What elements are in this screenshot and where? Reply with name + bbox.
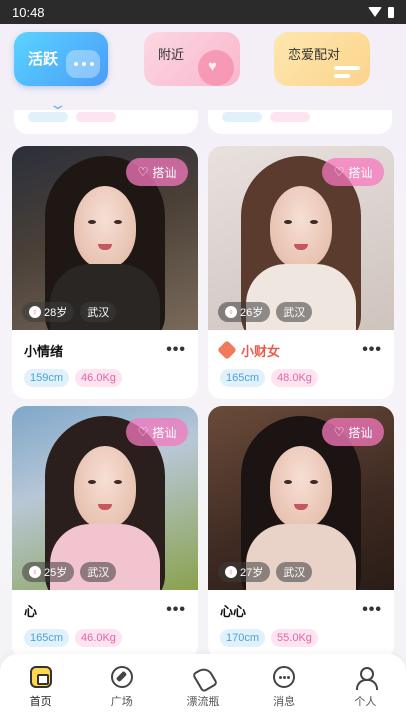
age-text: 27岁 <box>240 567 264 579</box>
location-heart-icon <box>198 50 234 86</box>
status-bar: 10:48 <box>0 0 406 24</box>
profile-photo: ♡ 搭讪 ♀ 25岁 武汉 <box>12 406 198 590</box>
tab-love-match-label: 恋爱配对 <box>288 47 341 62</box>
profile-name: 心 <box>24 603 38 619</box>
nav-item-messages[interactable]: 消息 <box>254 666 314 722</box>
tab-active[interactable]: 活跃 <box>14 32 108 86</box>
message-icon <box>273 666 296 688</box>
nav-label: 消息 <box>273 696 296 708</box>
info-chips: ♀ 28岁 武汉 <box>22 302 117 322</box>
heart-icon: ♡ <box>137 425 149 439</box>
age-text: 28岁 <box>44 307 68 319</box>
female-icon: ♀ <box>29 306 41 318</box>
more-options-icon[interactable]: ••• <box>362 602 382 618</box>
heart-icon: ♡ <box>333 425 345 439</box>
home-icon <box>29 666 52 688</box>
female-icon: ♀ <box>225 306 237 318</box>
user-icon <box>354 666 379 690</box>
flirt-button[interactable]: ♡ 搭讪 <box>126 158 188 186</box>
battery-icon <box>388 6 394 18</box>
flirt-label: 搭讪 <box>348 165 373 180</box>
age-text: 26岁 <box>240 307 264 319</box>
female-icon: ♀ <box>225 566 237 578</box>
compass-icon <box>110 666 133 688</box>
nav-item-home[interactable]: 首页 <box>11 666 71 722</box>
bottom-navigation: 首页 广场 漂流瓶 消息 个人 <box>0 654 406 722</box>
nav-label: 首页 <box>29 696 52 708</box>
nav-label: 个人 <box>354 696 377 708</box>
profile-photo: ♡ 搭讪 ♀ 26岁 武汉 <box>208 146 394 330</box>
height-tag: 159cm <box>24 369 70 387</box>
partial-tag <box>270 112 310 122</box>
partial-tag <box>222 112 262 122</box>
card-stack-icon <box>334 66 360 80</box>
partial-card-right <box>208 110 392 134</box>
more-options-icon[interactable]: ••• <box>166 342 186 358</box>
city-chip: 武汉 <box>276 562 313 582</box>
flirt-button[interactable]: ♡ 搭讪 <box>126 418 188 446</box>
flirt-button[interactable]: ♡ 搭讪 <box>322 418 384 446</box>
tab-nearby-label: 附近 <box>158 47 185 62</box>
tab-nearby[interactable]: 附近 <box>144 32 240 86</box>
status-time: 10:48 <box>12 4 45 20</box>
female-icon: ♀ <box>29 566 41 578</box>
profile-card[interactable]: ♡ 搭讪 ♀ 26岁 武汉 小财女 ••• 165cm 48.0Kg <box>208 146 394 399</box>
profile-name: 小财女 <box>241 343 281 359</box>
nav-label: 广场 <box>110 696 133 708</box>
weight-tag: 46.0Kg <box>75 629 122 647</box>
tab-love-match[interactable]: 恋爱配对 <box>274 32 370 86</box>
flirt-label: 搭讪 <box>152 165 177 180</box>
age-chip: ♀ 28岁 <box>22 302 75 322</box>
weight-tag: 48.0Kg <box>271 369 318 387</box>
nav-item-drift-bottle[interactable]: 漂流瓶 <box>173 666 233 722</box>
height-tag: 165cm <box>220 369 266 387</box>
nav-label: 漂流瓶 <box>186 696 220 708</box>
wifi-icon <box>368 7 382 17</box>
weight-tag: 55.0Kg <box>271 629 318 647</box>
city-chip: 武汉 <box>80 302 117 322</box>
partial-card-left <box>14 110 198 134</box>
flirt-label: 搭讪 <box>348 425 373 440</box>
age-chip: ♀ 26岁 <box>218 302 271 322</box>
tab-active-label: 活跃 <box>28 51 59 68</box>
partial-tag <box>76 112 116 122</box>
heart-icon: ♡ <box>333 165 345 179</box>
flirt-button[interactable]: ♡ 搭讪 <box>322 158 384 186</box>
profile-name: 心心 <box>220 603 247 619</box>
profile-card[interactable]: ♡ 搭讪 ♀ 28岁 武汉 小情绪 ••• 159cm 46.0Kg <box>12 146 198 399</box>
more-options-icon[interactable]: ••• <box>362 342 382 358</box>
info-chips: ♀ 27岁 武汉 <box>218 562 313 582</box>
age-text: 25岁 <box>44 567 68 579</box>
heart-icon: ♡ <box>137 165 149 179</box>
nav-item-plaza[interactable]: 广场 <box>92 666 152 722</box>
bottle-icon <box>192 666 214 688</box>
nav-item-profile[interactable]: 个人 <box>335 666 395 722</box>
profile-card[interactable]: ♡ 搭讪 ♀ 27岁 武汉 心心 ••• 170cm 55.0Kg <box>208 406 394 659</box>
city-chip: 武汉 <box>80 562 117 582</box>
chat-bubble-icon <box>66 50 100 78</box>
partial-tag <box>28 112 68 122</box>
city-chip: 武汉 <box>276 302 313 322</box>
info-chips: ♀ 25岁 武汉 <box>22 562 117 582</box>
profile-card[interactable]: ♡ 搭讪 ♀ 25岁 武汉 心 ••• 165cm 46.0Kg <box>12 406 198 659</box>
profile-name: 小情绪 <box>24 343 64 359</box>
more-options-icon[interactable]: ••• <box>166 602 186 618</box>
profile-photo: ♡ 搭讪 ♀ 27岁 武汉 <box>208 406 394 590</box>
height-tag: 170cm <box>220 629 266 647</box>
age-chip: ♀ 27岁 <box>218 562 271 582</box>
category-tabs: 活跃 附近 恋爱配对 ⌄ <box>0 24 406 124</box>
height-tag: 165cm <box>24 629 70 647</box>
profile-photo: ♡ 搭讪 ♀ 28岁 武汉 <box>12 146 198 330</box>
weight-tag: 46.0Kg <box>75 369 122 387</box>
flirt-label: 搭讪 <box>152 425 177 440</box>
info-chips: ♀ 26岁 武汉 <box>218 302 313 322</box>
status-icons <box>368 6 394 18</box>
vip-badge-icon <box>217 340 237 360</box>
age-chip: ♀ 25岁 <box>22 562 75 582</box>
